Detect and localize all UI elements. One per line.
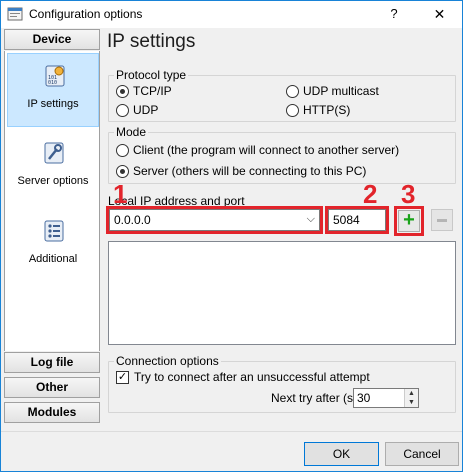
close-button[interactable]: ✕ [417, 1, 462, 27]
page-title: IP settings [107, 31, 196, 52]
svg-text:010: 010 [48, 80, 57, 86]
annotation-number-2: 2 [363, 179, 378, 209]
sidebar-header-device[interactable]: Device [4, 29, 100, 50]
connection-options-label: Connection options [114, 354, 221, 368]
annotation-box-3 [394, 206, 424, 236]
sidebar-item-server-options[interactable]: Server options [7, 131, 99, 205]
checkmark-icon: ✓ [116, 370, 129, 384]
app-icon [7, 7, 23, 21]
sidebar-header-modules[interactable]: Modules [4, 402, 100, 423]
configuration-window: Configuration options ? ✕ Device 101 010… [0, 0, 463, 472]
retry-label: Try to connect after an unsuccessful att… [134, 370, 370, 384]
annotation-number-3: 3 [401, 179, 416, 209]
radio-label: Client (the program will connect to anot… [133, 143, 400, 157]
radio-label: HTTP(S) [303, 103, 351, 117]
address-list[interactable] [108, 241, 456, 345]
ok-button[interactable]: OK [304, 442, 379, 466]
sidebar-item-label: IP settings [27, 98, 79, 110]
radio-label: UDP [133, 103, 159, 117]
next-try-value: 30 [357, 391, 371, 405]
protocol-udp-radio[interactable]: UDP [116, 103, 158, 117]
footer-divider [1, 431, 462, 432]
spin-up-icon[interactable]: ▲ [404, 389, 418, 398]
radio-label: TCP/IP [133, 84, 172, 98]
ip-settings-icon: 101 010 [45, 65, 65, 87]
window-title: Configuration options [29, 7, 143, 21]
help-button[interactable]: ? [371, 1, 417, 27]
protocol-https-radio[interactable]: HTTP(S) [286, 103, 350, 117]
mode-server-radio[interactable]: Server (others will be connecting to thi… [116, 164, 366, 178]
radio-dot [286, 84, 299, 98]
title-bar: Configuration options ? ✕ [1, 1, 462, 28]
sidebar-item-label: Server options [17, 175, 89, 187]
protocol-type-label: Protocol type [114, 68, 189, 82]
mode-client-radio[interactable]: Client (the program will connect to anot… [116, 143, 399, 157]
sidebar-header-log-file[interactable]: Log file [4, 352, 100, 373]
sidebar: Device 101 010 IP settings Server option… [3, 29, 101, 427]
retry-checkbox[interactable]: ✓ Try to connect after an unsuccessful a… [116, 370, 370, 384]
mode-label: Mode [114, 125, 149, 139]
radio-dot [116, 164, 129, 178]
wrench-icon [44, 142, 64, 164]
sidebar-item-ip-settings[interactable]: 101 010 IP settings [7, 53, 99, 127]
cancel-button[interactable]: Cancel [385, 442, 459, 466]
sidebar-header-other[interactable]: Other [4, 377, 100, 398]
radio-dot [116, 84, 129, 98]
radio-dot [116, 103, 129, 117]
radio-dot [286, 103, 299, 117]
radio-dot [116, 143, 129, 157]
annotation-box-2 [325, 206, 389, 234]
remove-address-button[interactable] [431, 209, 453, 231]
sidebar-item-additional[interactable]: Additional [7, 209, 99, 283]
next-try-label: Next try after (s) [271, 391, 358, 405]
protocol-type-group [108, 75, 456, 122]
radio-label: Server (others will be connecting to thi… [133, 164, 367, 178]
list-options-icon [44, 220, 64, 242]
radio-label: UDP multicast [303, 84, 379, 98]
spin-down-icon[interactable]: ▼ [404, 398, 418, 407]
protocol-udp-multicast-radio[interactable]: UDP multicast [286, 84, 379, 98]
sidebar-list: 101 010 IP settings Server options Addit… [4, 51, 100, 351]
annotation-number-1: 1 [113, 179, 128, 209]
sidebar-item-label: Additional [28, 253, 78, 265]
annotation-box-1 [106, 206, 323, 234]
next-try-spinner[interactable]: 30 ▲ ▼ [353, 388, 419, 408]
protocol-tcpip-radio[interactable]: TCP/IP [116, 84, 172, 98]
